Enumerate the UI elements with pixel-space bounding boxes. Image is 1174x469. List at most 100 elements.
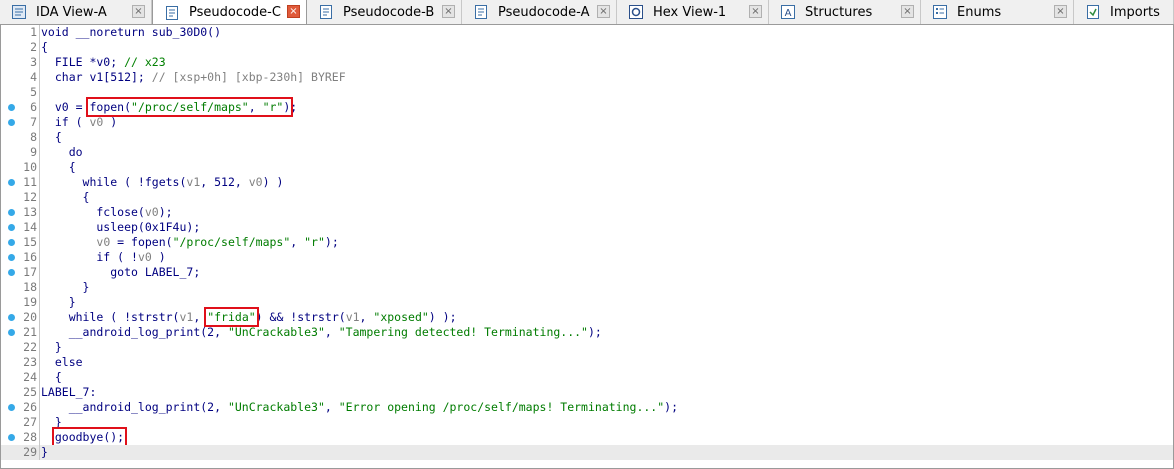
code-text[interactable]: else — [41, 355, 83, 370]
tab-pseudocode-a[interactable]: Pseudocode-A × — [462, 0, 617, 24]
code-token: ) — [151, 250, 166, 264]
code-line[interactable]: 27 } — [1, 415, 1173, 430]
breakpoint-dot-icon[interactable] — [8, 209, 15, 216]
code-token: } — [41, 445, 48, 459]
code-text[interactable]: { — [41, 40, 48, 55]
code-text[interactable]: { — [41, 190, 90, 205]
pseudocode-icon — [319, 5, 333, 19]
code-text[interactable]: if ( v0 ) — [41, 115, 117, 130]
breakpoint-dot-icon[interactable] — [8, 179, 15, 186]
code-text[interactable]: v0 = fopen("/proc/self/maps", "r"); — [41, 235, 338, 250]
code-token: fopen( — [89, 100, 132, 114]
code-line[interactable]: 22 } — [1, 340, 1173, 355]
code-text[interactable]: goodbye(); — [41, 427, 128, 447]
code-token: } — [41, 295, 76, 309]
code-line[interactable]: 18 } — [1, 280, 1173, 295]
tab-label: Hex View-1 — [653, 4, 727, 20]
breakpoint-dot-icon[interactable] — [8, 224, 15, 231]
code-line[interactable]: 23 else — [1, 355, 1173, 370]
close-icon[interactable]: × — [901, 5, 914, 18]
close-icon[interactable]: × — [132, 5, 145, 18]
code-text[interactable]: void __noreturn sub_30D0() — [41, 25, 221, 40]
code-text[interactable]: fclose(v0); — [41, 205, 173, 220]
code-text[interactable]: goto LABEL_7; — [41, 265, 200, 280]
code-line[interactable]: 2{ — [1, 40, 1173, 55]
code-text[interactable]: { — [41, 130, 62, 145]
code-line[interactable]: 20 while ( !strstr(v1, "frida") && !strs… — [1, 307, 1173, 327]
code-line[interactable]: 25 LABEL_7: — [1, 385, 1173, 400]
code-text[interactable]: } — [41, 280, 90, 295]
breakpoint-dot-icon[interactable] — [8, 314, 15, 321]
code-text[interactable]: while ( !strstr(v1, "frida") && !strstr(… — [41, 307, 457, 327]
line-number: 9 — [30, 145, 37, 159]
code-text[interactable]: { — [41, 160, 76, 175]
code-text[interactable]: usleep(0x1F4u); — [41, 220, 200, 235]
tab-enums[interactable]: Enums × — [921, 0, 1074, 24]
breakpoint-dot-icon[interactable] — [8, 239, 15, 246]
code-line[interactable]: 5 — [1, 85, 1173, 100]
line-number: 5 — [30, 85, 37, 99]
code-line[interactable]: 1 void __noreturn sub_30D0() — [1, 25, 1173, 40]
code-text[interactable]: } — [41, 340, 62, 355]
code-text[interactable]: if ( !v0 ) — [41, 250, 166, 265]
code-line[interactable]: 14 usleep(0x1F4u); — [1, 220, 1173, 235]
breakpoint-dot-icon[interactable] — [8, 269, 15, 276]
tab-pseudocode-c[interactable]: Pseudocode-C × — [152, 0, 307, 24]
code-line[interactable]: 6 v0 = fopen("/proc/self/maps", "r"); — [1, 97, 1173, 117]
code-line[interactable]: 7 if ( v0 ) — [1, 115, 1173, 130]
code-line[interactable]: 17 goto LABEL_7; — [1, 265, 1173, 280]
tab-pseudocode-b[interactable]: Pseudocode-B × — [307, 0, 462, 24]
close-icon[interactable]: × — [442, 5, 455, 18]
code-text[interactable]: __android_log_print(2, "UnCrackable3", "… — [41, 325, 602, 340]
code-line[interactable]: 13 fclose(v0); — [1, 205, 1173, 220]
code-line[interactable]: 16 if ( !v0 ) — [1, 250, 1173, 265]
code-text[interactable]: do — [41, 145, 83, 160]
code-token: v0 — [248, 175, 263, 189]
code-token: ); — [158, 205, 173, 219]
code-text[interactable]: FILE *v0; // x23 — [41, 55, 166, 70]
code-token: __android_log_print(2, — [41, 325, 228, 339]
close-icon[interactable]: × — [1054, 5, 1067, 18]
code-line[interactable]: 10 { — [1, 160, 1173, 175]
code-text[interactable]: v0 = fopen("/proc/self/maps", "r"); — [41, 97, 297, 117]
breakpoint-dot-icon[interactable] — [8, 434, 15, 441]
code-text[interactable]: char v1[512]; // [xsp+0h] [xbp-230h] BYR… — [41, 70, 346, 85]
tab-hex-view-1[interactable]: Hex View-1 × — [617, 0, 769, 24]
code-line[interactable]: 11 while ( !fgets(v1, 512, v0) ) — [1, 175, 1173, 190]
code-line[interactable]: 4 char v1[512]; // [xsp+0h] [xbp-230h] B… — [1, 70, 1173, 85]
code-text[interactable]: while ( !fgets(v1, 512, v0) ) — [41, 175, 284, 190]
code-token: , — [324, 400, 339, 414]
breakpoint-dot-icon[interactable] — [8, 404, 15, 411]
breakpoint-dot-icon[interactable] — [8, 104, 15, 111]
code-line[interactable]: 3 FILE *v0; // x23 — [1, 55, 1173, 70]
tab-ida-view-a[interactable]: IDA View-A × — [0, 0, 152, 24]
close-icon[interactable]: × — [749, 5, 762, 18]
close-icon[interactable]: × — [597, 5, 610, 18]
breakpoint-dot-icon[interactable] — [8, 119, 15, 126]
breakpoint-dot-icon[interactable] — [8, 254, 15, 261]
code-line[interactable]: 29} — [1, 445, 1173, 460]
pseudocode-editor[interactable]: 1 void __noreturn sub_30D0() 2{3 FILE *v0;… — [0, 25, 1174, 469]
code-line[interactable]: 24 { — [1, 370, 1173, 385]
code-text[interactable]: } — [41, 415, 62, 430]
code-text[interactable]: __android_log_print(2, "UnCrackable3", "… — [41, 400, 678, 415]
code-text[interactable]: LABEL_7: — [41, 385, 96, 400]
code-text[interactable]: } — [41, 295, 76, 310]
gutter-separator — [39, 85, 40, 100]
code-text[interactable]: { — [41, 370, 62, 385]
code-line[interactable]: 19 } — [1, 295, 1173, 310]
breakpoint-dot-icon[interactable] — [8, 329, 15, 336]
code-text[interactable]: } — [41, 445, 48, 460]
code-line[interactable]: 28 goodbye(); — [1, 427, 1173, 447]
code-line[interactable]: 26 __android_log_print(2, "UnCrackable3"… — [1, 400, 1173, 415]
code-line[interactable]: 8 { — [1, 130, 1173, 145]
code-line[interactable]: 15 v0 = fopen("/proc/self/maps", "r"); — [1, 235, 1173, 250]
code-line[interactable]: 12 { — [1, 190, 1173, 205]
close-icon[interactable]: × — [287, 5, 300, 18]
code-token: v0 — [96, 235, 111, 249]
tab-structures[interactable]: A Structures × — [769, 0, 921, 24]
tab-imports[interactable]: Imports — [1074, 0, 1174, 24]
code-line[interactable]: 21 __android_log_print(2, "UnCrackable3"… — [1, 325, 1173, 340]
code-line[interactable]: 9 do — [1, 145, 1173, 160]
